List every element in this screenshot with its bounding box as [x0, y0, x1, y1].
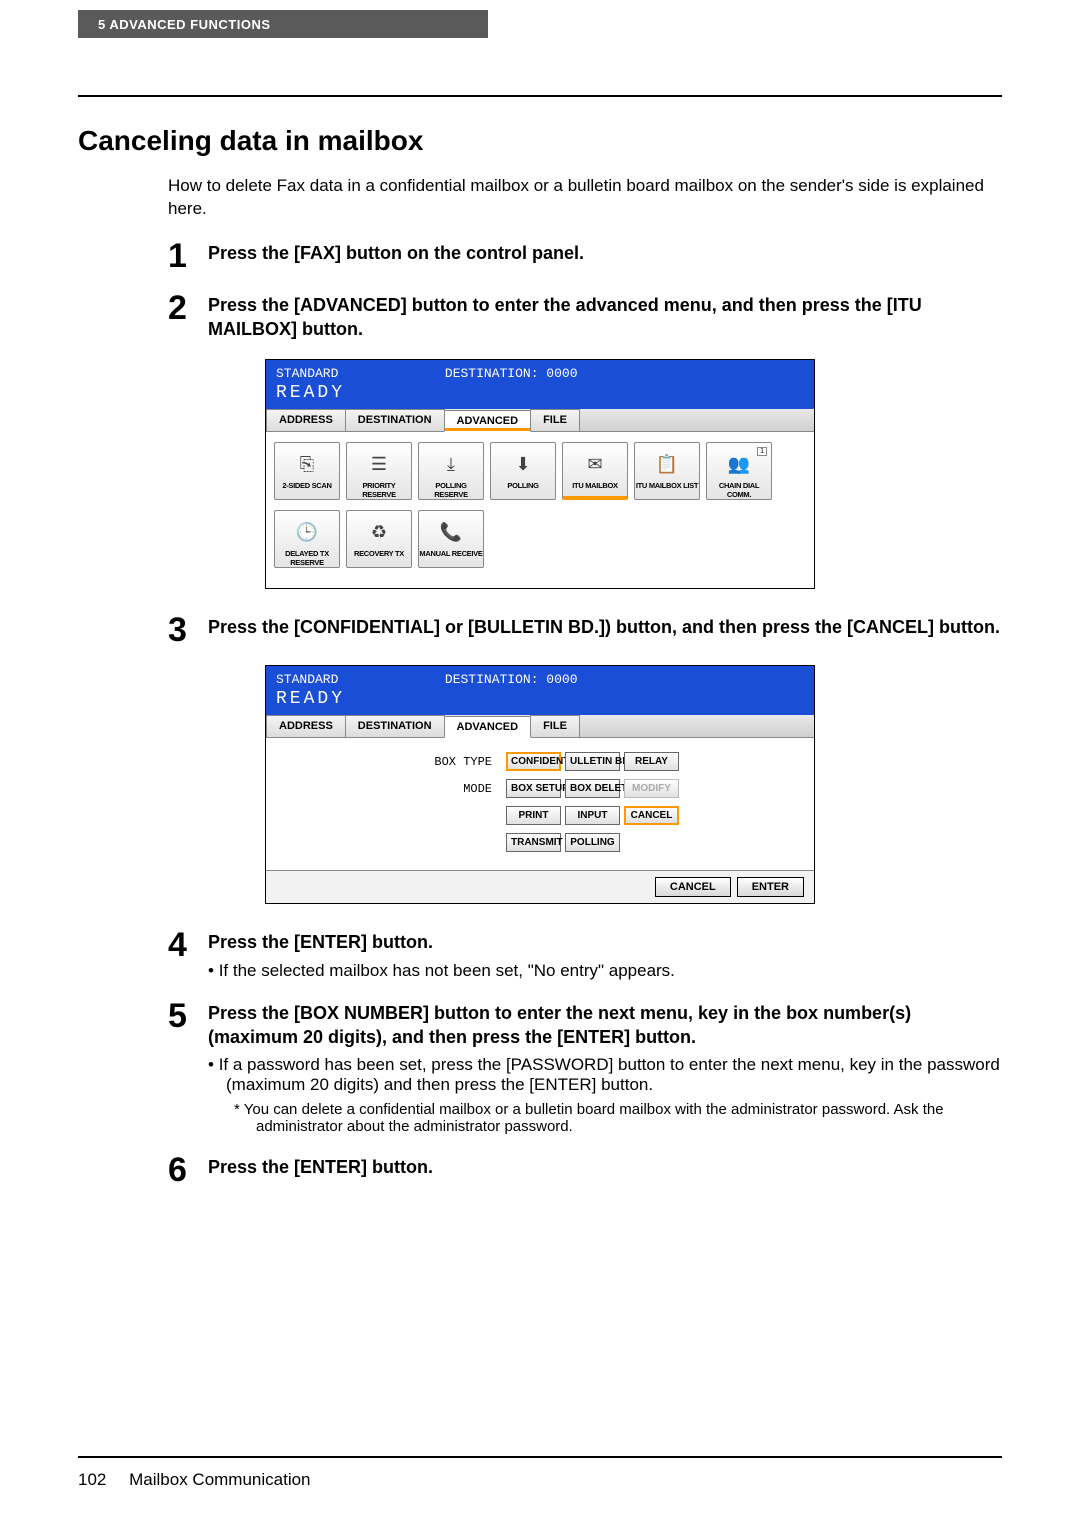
polling-mode-button[interactable]: POLLING [565, 833, 620, 852]
input-button[interactable]: INPUT [565, 806, 620, 825]
ready-label: READY [276, 383, 804, 403]
delayed-tx-button[interactable]: 🕒DELAYED TX RESERVE [274, 510, 340, 568]
step-6: 6 Press the [ENTER] button. [168, 1153, 1002, 1187]
intro-text: How to delete Fax data in a confidential… [168, 175, 1002, 221]
step-number: 6 [168, 1153, 208, 1187]
itu-mailbox-list-button[interactable]: 📋ITU MAILBOX LIST [634, 442, 700, 500]
tab-destination[interactable]: DESTINATION [345, 409, 445, 431]
page-content: Canceling data in mailbox How to delete … [78, 95, 1002, 1205]
phone-icon: 📞 [419, 515, 483, 549]
relay-button[interactable]: RELAY [624, 752, 679, 771]
step-number: 4 [168, 928, 208, 980]
step-4: 4 Press the [ENTER] button. If the selec… [168, 928, 1002, 980]
footer-rule [78, 1456, 1002, 1458]
chain-dial-button[interactable]: 1👥CHAIN DIAL COMM. [706, 442, 772, 500]
mode-label: MODE [276, 782, 506, 796]
mode-label: STANDARD [276, 672, 338, 687]
chapter-tab: 5 ADVANCED FUNCTIONS [78, 10, 488, 38]
step-1: 1 Press the [FAX] button on the control … [168, 239, 1002, 273]
ready-label: READY [276, 689, 804, 709]
box-setup-button[interactable]: BOX SETUP [506, 779, 561, 798]
print-button[interactable]: PRINT [506, 806, 561, 825]
cancel-mode-button[interactable]: CANCEL [624, 806, 679, 825]
step-number: 3 [168, 613, 208, 647]
fax-tabs: ADDRESS DESTINATION ADVANCED FILE [266, 409, 814, 432]
fax-screen-itu-mailbox: STANDARD DESTINATION: 0000 READY ADDRESS… [265, 665, 815, 904]
two-sided-scan-button[interactable]: ⎘2-SIDED SCAN [274, 442, 340, 500]
fax-header: STANDARD DESTINATION: 0000 READY [266, 666, 814, 715]
itu-footer: CANCEL ENTER [266, 870, 814, 903]
tab-address[interactable]: ADDRESS [266, 409, 346, 431]
step-number: 1 [168, 239, 208, 273]
page-number: 102 [78, 1470, 106, 1490]
enter-button[interactable]: ENTER [737, 877, 804, 897]
bulletin-button[interactable]: ULLETIN BD. [565, 752, 620, 771]
step-heading: Press the [ENTER] button. [208, 930, 1002, 954]
tab-advanced[interactable]: ADVANCED [444, 410, 532, 432]
polling-reserve-button[interactable]: ⤓POLLING RESERVE [418, 442, 484, 500]
mode-label: STANDARD [276, 366, 338, 381]
modify-button: MODIFY [624, 779, 679, 798]
down-tray-icon: ⤓ [419, 447, 483, 481]
down-arrow-icon: ⬇ [491, 447, 555, 481]
tab-advanced[interactable]: ADVANCED [444, 716, 532, 738]
clock-icon: 🕒 [275, 515, 339, 549]
top-rule [78, 95, 1002, 97]
step-heading: Press the [ADVANCED] button to enter the… [208, 293, 1002, 342]
fax-body: ⎘2-SIDED SCAN ☰PRIORITY RESERVE ⤓POLLING… [266, 432, 814, 588]
transmit-button[interactable]: TRANSMIT [506, 833, 561, 852]
mailbox-icon: ✉ [563, 447, 627, 481]
footer-title: Mailbox Communication [129, 1470, 310, 1489]
recovery-tx-button[interactable]: ♻RECOVERY TX [346, 510, 412, 568]
step-5: 5 Press the [BOX NUMBER] button to enter… [168, 999, 1002, 1136]
destination-label: DESTINATION: 0000 [445, 366, 578, 381]
fax-header: STANDARD DESTINATION: 0000 READY [266, 360, 814, 409]
tab-file[interactable]: FILE [530, 409, 580, 431]
step-heading: Press the [CONFIDENTIAL] or [BULLETIN BD… [208, 615, 1002, 639]
tab-destination[interactable]: DESTINATION [345, 715, 445, 737]
list-icon: ☰ [347, 447, 411, 481]
step-number: 2 [168, 291, 208, 342]
tab-address[interactable]: ADDRESS [266, 715, 346, 737]
box-delete-button[interactable]: BOX DELETE [565, 779, 620, 798]
tab-file[interactable]: FILE [530, 715, 580, 737]
fax-screen-advanced: STANDARD DESTINATION: 0000 READY ADDRESS… [265, 359, 815, 589]
step-note: If the selected mailbox has not been set… [226, 961, 1002, 981]
page-footer: 102 Mailbox Communication [78, 1470, 311, 1490]
step-number: 5 [168, 999, 208, 1136]
pages-icon: ⎘ [275, 447, 339, 481]
step-3: 3 Press the [CONFIDENTIAL] or [BULLETIN … [168, 613, 1002, 647]
step-note: If a password has been set, press the [P… [226, 1055, 1002, 1095]
step-subnote: You can delete a confidential mailbox or… [256, 1101, 1002, 1135]
destination-label: DESTINATION: 0000 [445, 672, 578, 687]
section-title: Canceling data in mailbox [78, 125, 1002, 157]
cancel-button[interactable]: CANCEL [655, 877, 731, 897]
recycle-icon: ♻ [347, 515, 411, 549]
step-2: 2 Press the [ADVANCED] button to enter t… [168, 291, 1002, 342]
step-heading: Press the [BOX NUMBER] button to enter t… [208, 1001, 1002, 1050]
itu-body: BOX TYPE CONFIDENTIAL ULLETIN BD. RELAY … [266, 738, 814, 870]
priority-reserve-button[interactable]: ☰PRIORITY RESERVE [346, 442, 412, 500]
step-heading: Press the [ENTER] button. [208, 1155, 1002, 1179]
itu-mailbox-button[interactable]: ✉ITU MAILBOX [562, 442, 628, 500]
fax-tabs: ADDRESS DESTINATION ADVANCED FILE [266, 715, 814, 738]
manual-receive-button[interactable]: 📞MANUAL RECEIVE [418, 510, 484, 568]
box-type-label: BOX TYPE [276, 755, 506, 769]
confidential-button[interactable]: CONFIDENTIAL [506, 752, 561, 771]
polling-button[interactable]: ⬇POLLING [490, 442, 556, 500]
mailbox-list-icon: 📋 [635, 447, 699, 481]
step-heading: Press the [FAX] button on the control pa… [208, 241, 1002, 265]
